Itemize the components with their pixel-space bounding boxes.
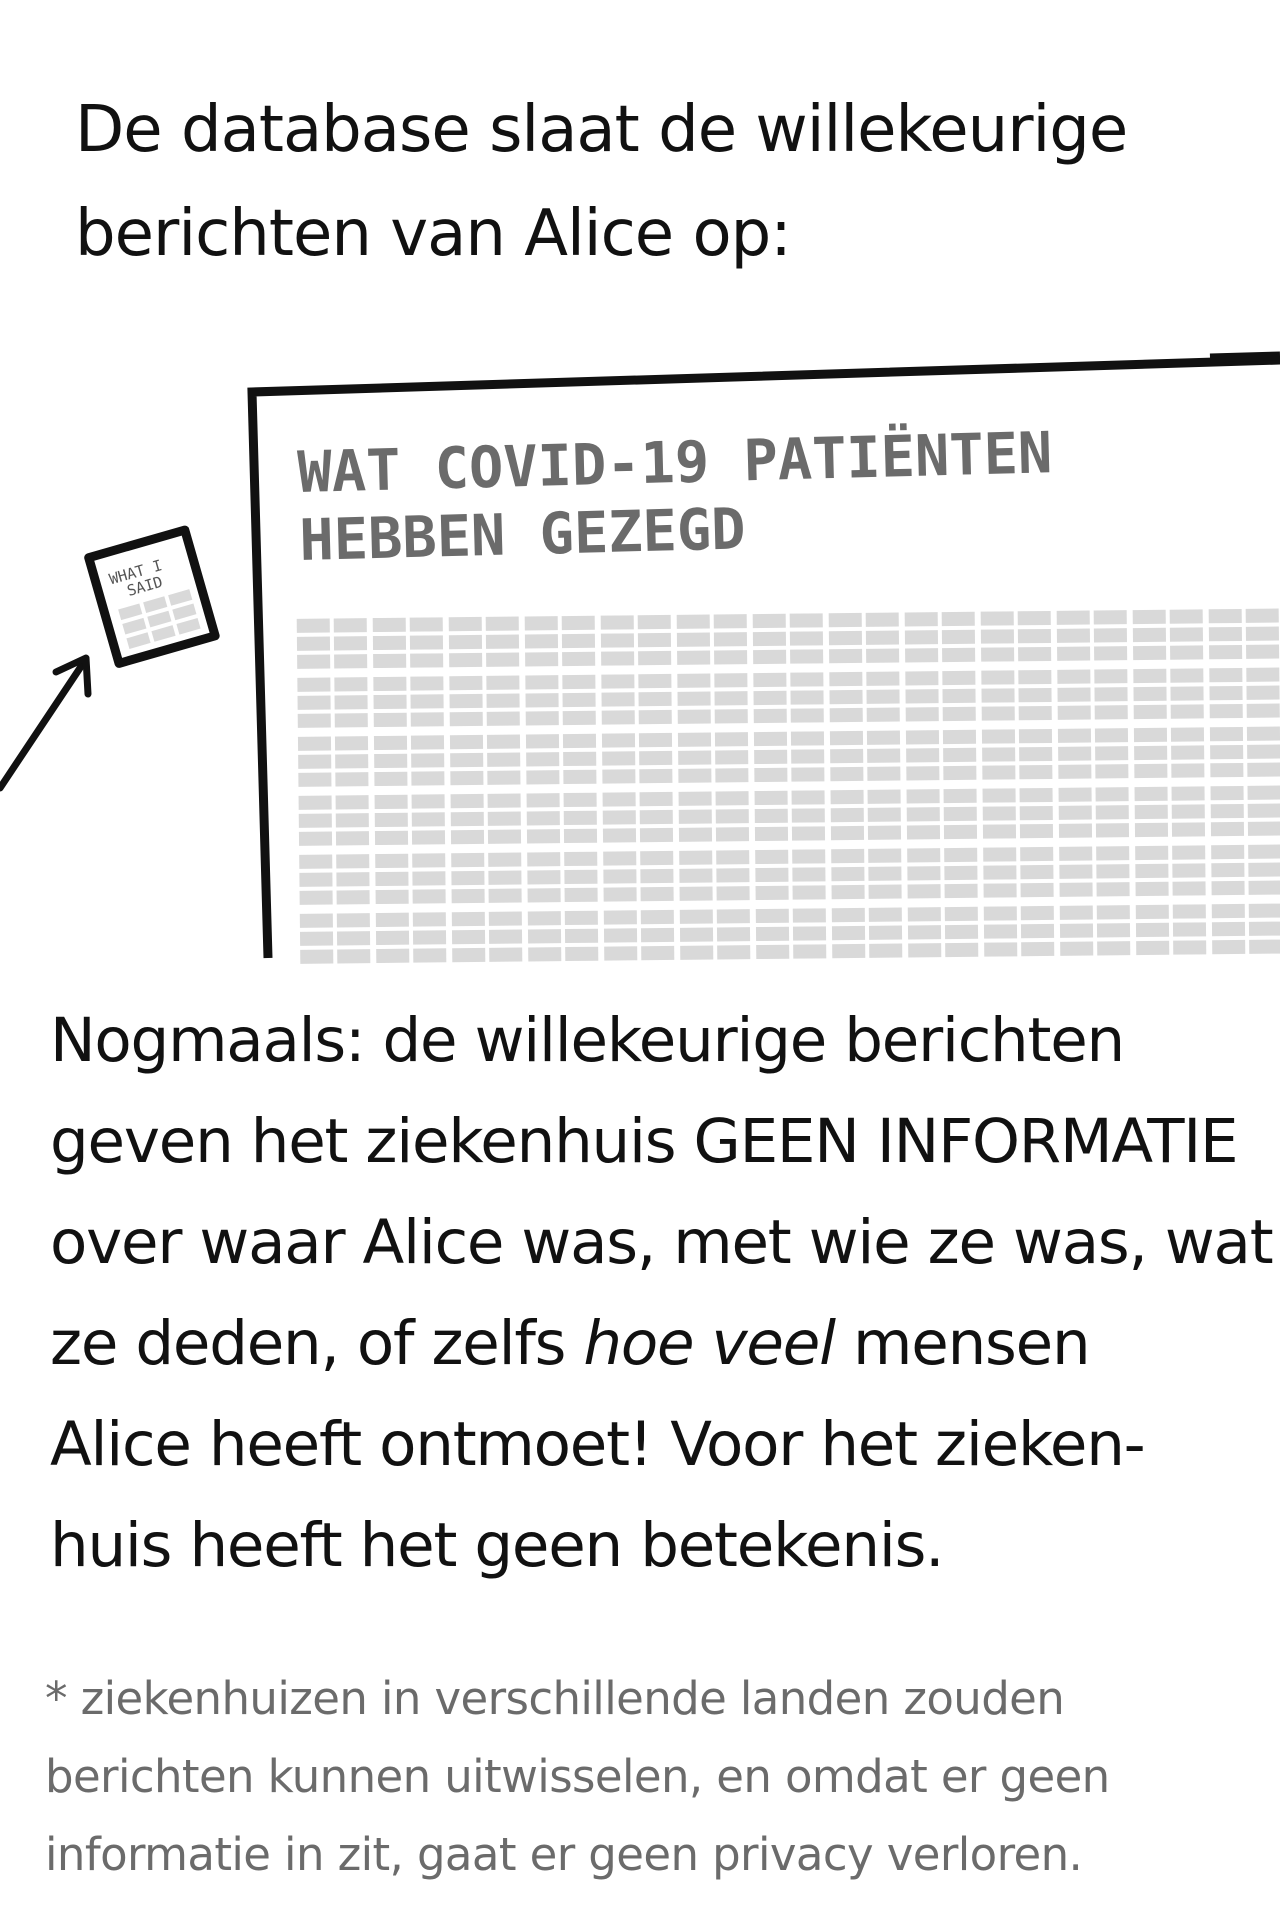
main-line-2: geven het ziekenhuis GEEN INFORMATIE (50, 1106, 1239, 1177)
intro-line-1: De database slaat de willekeurige (75, 93, 1128, 167)
message-grid (296, 608, 1280, 964)
main-line-6: huis heeft het geen betekenis. (50, 1510, 945, 1581)
paper-note-icon: WHAT I SAID (84, 525, 220, 668)
footnote: * ziekenhuizen in verschillende landen z… (45, 1660, 1245, 1894)
main-line-3: over waar Alice was, met wie ze was, wat (50, 1207, 1274, 1278)
main-line-4: ze deden, of zelfs hoe veel mensen (50, 1293, 1250, 1394)
database-title-line-1: WAT COVID-19 PATIËNTEN (297, 419, 1053, 506)
database-title-line-2: HEBBEN GEZEGD (299, 496, 747, 574)
main-line-4-emphasis: hoe veel (583, 1308, 836, 1379)
intro-line-2: berichten van Alice op: (75, 197, 792, 271)
intro-text: De database slaat de willekeurige berich… (75, 78, 1225, 286)
main-line-4-pre: ze deden, of zelfs (50, 1308, 584, 1379)
database-illustration: WAT COVID-19 PATIËNTEN HEBBEN GEZEGD WHA… (0, 351, 1280, 964)
main-line-5: Alice heeft ontmoet! Voor het zieken- (50, 1409, 1146, 1480)
main-line-4-post: mensen (834, 1308, 1091, 1379)
footnote-line-3: informatie in zit, gaat er geen privacy … (45, 1828, 1083, 1881)
arrow-icon (0, 654, 92, 792)
main-text: Nogmaals: de willekeurige berichten geve… (50, 990, 1274, 1596)
footnote-line-1: * ziekenhuizen in verschillende landen z… (45, 1672, 1065, 1725)
database-frame-top-right (1209, 351, 1280, 363)
main-line-1: Nogmaals: de willekeurige berichten (50, 1005, 1125, 1076)
footnote-line-2: berichten kunnen uitwisselen, en omdat e… (45, 1750, 1110, 1803)
